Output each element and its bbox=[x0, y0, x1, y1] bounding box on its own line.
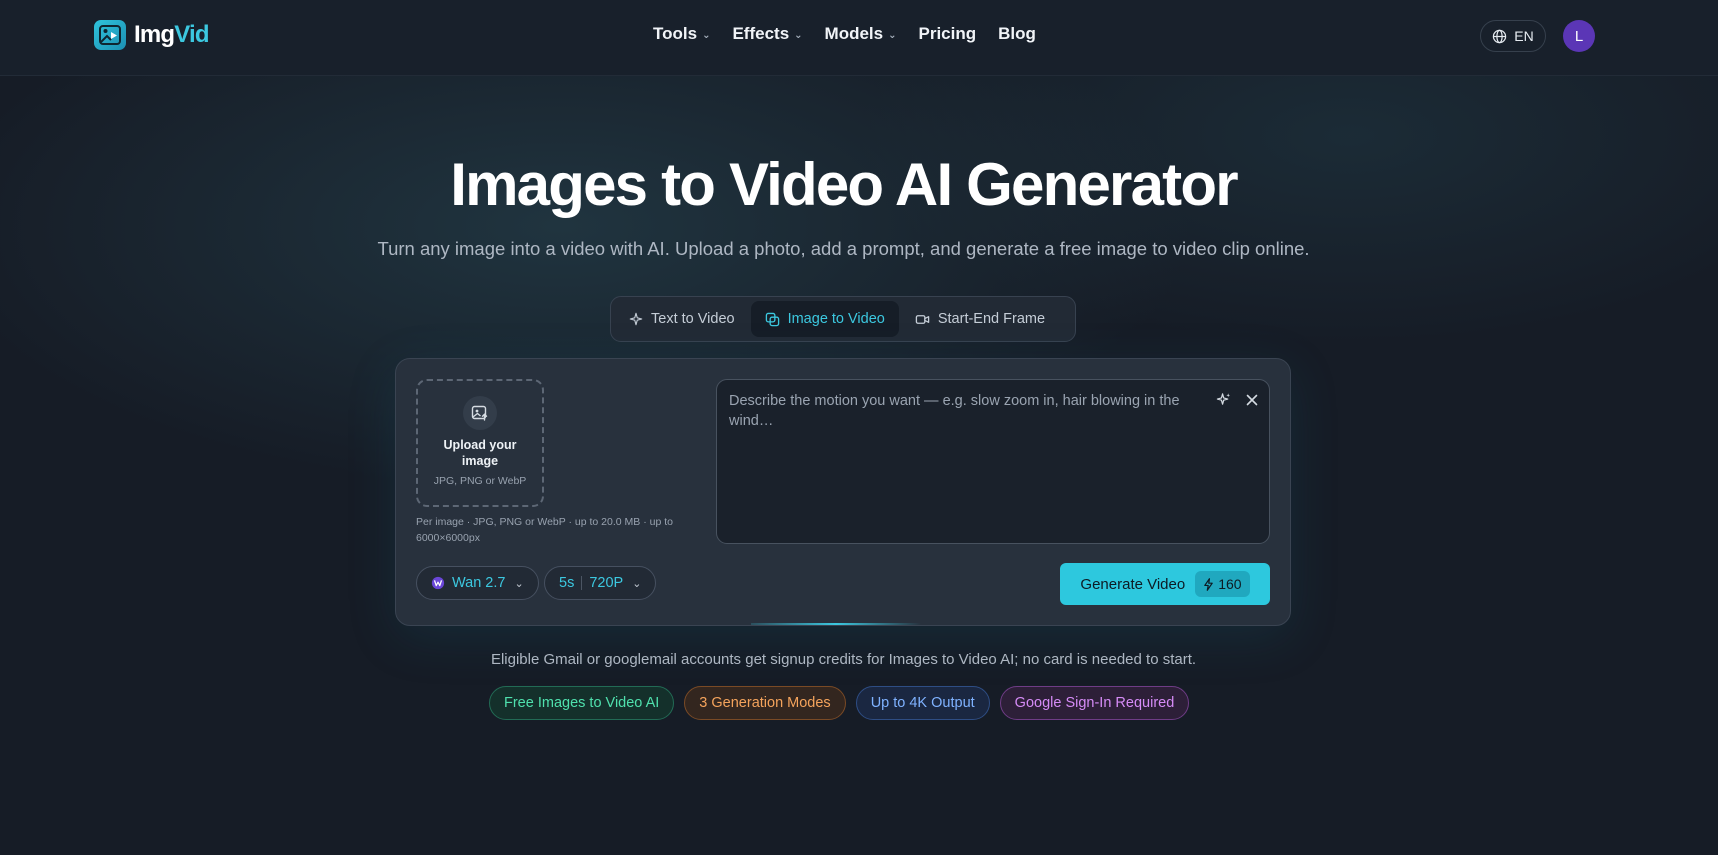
prompt-placeholder: Describe the motion you want — e.g. slow… bbox=[729, 393, 1180, 429]
generator-card: Upload your image JPG, PNG or WebP Per i… bbox=[395, 358, 1291, 626]
nav-blog-label: Blog bbox=[998, 24, 1036, 43]
user-avatar[interactable]: L bbox=[1563, 20, 1595, 52]
model-name: Wan 2.7 bbox=[452, 575, 506, 591]
badge-google-sign-in: Google Sign-In Required bbox=[999, 686, 1190, 720]
nav-pricing-label: Pricing bbox=[918, 24, 977, 43]
nav-models[interactable]: Models ⌄ bbox=[825, 24, 897, 44]
model-selector[interactable]: Wan 2.7 ⌄ bbox=[416, 566, 539, 600]
nav-tools-label: Tools bbox=[653, 24, 698, 43]
page-title: Images to Video AI Generator bbox=[450, 151, 1238, 218]
tab-start-end-frame-label: Start-End Frame bbox=[937, 311, 1046, 327]
feature-badges: Free Images to Video AI 3 Generation Mod… bbox=[489, 686, 1190, 720]
top-header: ImgVid Tools ⌄ Effects ⌄ Models ⌄ Pricing B… bbox=[0, 0, 1718, 76]
upload-requirements-note: Per image · JPG, PNG or WebP · up to 20.… bbox=[416, 516, 673, 544]
language-selector[interactable]: EN bbox=[1480, 20, 1546, 52]
upload-label: Upload your image bbox=[443, 438, 517, 468]
motion-prompt-textarea[interactable]: Describe the motion you want — e.g. slow… bbox=[716, 379, 1270, 544]
sparkles-icon bbox=[629, 312, 643, 326]
resolution-value: 720P bbox=[589, 575, 624, 591]
credit-cost-badge: 160 bbox=[1195, 571, 1250, 597]
chevron-down-icon: ⌄ bbox=[888, 29, 897, 41]
tab-text-to-video[interactable]: Text to Video bbox=[615, 301, 749, 337]
tab-text-to-video-label: Text to Video bbox=[651, 311, 735, 327]
chevron-down-icon: ⌄ bbox=[514, 577, 524, 590]
duration-resolution-selector[interactable]: 5s 720P ⌄ bbox=[544, 566, 657, 600]
card-progress-accent bbox=[751, 623, 921, 625]
nav-models-label: Models bbox=[824, 24, 884, 43]
nav-effects[interactable]: Effects ⌄ bbox=[732, 24, 802, 44]
generate-video-label: Generate Video bbox=[1080, 575, 1186, 593]
signup-credits-notice: Eligible Gmail or googlemail accounts ge… bbox=[490, 651, 1197, 668]
brand-name: ImgVid bbox=[134, 21, 210, 49]
generation-mode-tabs: Text to Video Image to Video Start-End F… bbox=[610, 296, 1076, 342]
chevron-down-icon: ⌄ bbox=[632, 577, 642, 590]
nav-pricing[interactable]: Pricing bbox=[919, 24, 977, 44]
image-upload-icon bbox=[463, 396, 497, 430]
tab-start-end-frame[interactable]: Start-End Frame bbox=[901, 301, 1059, 337]
language-label: EN bbox=[1514, 28, 1534, 44]
brand-name-part2: Vid bbox=[174, 21, 209, 48]
main-nav: Tools ⌄ Effects ⌄ Models ⌄ Pricing Blog bbox=[653, 24, 1036, 44]
brand-logo[interactable]: ImgVid bbox=[94, 20, 210, 50]
nav-tools[interactable]: Tools ⌄ bbox=[653, 24, 710, 44]
badge-4k-output: Up to 4K Output bbox=[855, 686, 990, 720]
video-camera-icon bbox=[915, 314, 930, 324]
model-logo-icon bbox=[431, 576, 445, 590]
logo-image-video-icon bbox=[94, 20, 126, 50]
brand-name-part1: Img bbox=[134, 21, 175, 48]
prompt-tools bbox=[1216, 392, 1259, 407]
generate-video-button[interactable]: Generate Video 160 bbox=[1060, 563, 1270, 605]
credit-cost-value: 160 bbox=[1218, 576, 1242, 592]
nav-blog[interactable]: Blog bbox=[998, 24, 1036, 44]
tab-image-to-video-label: Image to Video bbox=[787, 311, 885, 327]
page-subtitle: Turn any image into a video with AI. Upl… bbox=[377, 238, 1310, 259]
chevron-down-icon: ⌄ bbox=[794, 29, 803, 41]
nav-effects-label: Effects bbox=[732, 24, 790, 43]
pill-divider bbox=[581, 576, 583, 590]
close-icon[interactable] bbox=[1245, 393, 1259, 407]
badge-generation-modes: 3 Generation Modes bbox=[684, 686, 846, 720]
tab-image-to-video[interactable]: Image to Video bbox=[750, 301, 899, 337]
badge-free: Free Images to Video AI bbox=[489, 686, 675, 720]
upload-format-hint: JPG, PNG or WebP bbox=[433, 475, 527, 487]
chevron-down-icon: ⌄ bbox=[702, 29, 711, 41]
sparkles-icon[interactable] bbox=[1216, 392, 1231, 407]
globe-icon bbox=[1493, 29, 1507, 43]
duration-value: 5s bbox=[559, 575, 575, 591]
lightning-icon bbox=[1204, 577, 1214, 591]
image-upload-dropzone[interactable]: Upload your image JPG, PNG or WebP bbox=[416, 379, 544, 507]
images-icon bbox=[765, 312, 779, 326]
